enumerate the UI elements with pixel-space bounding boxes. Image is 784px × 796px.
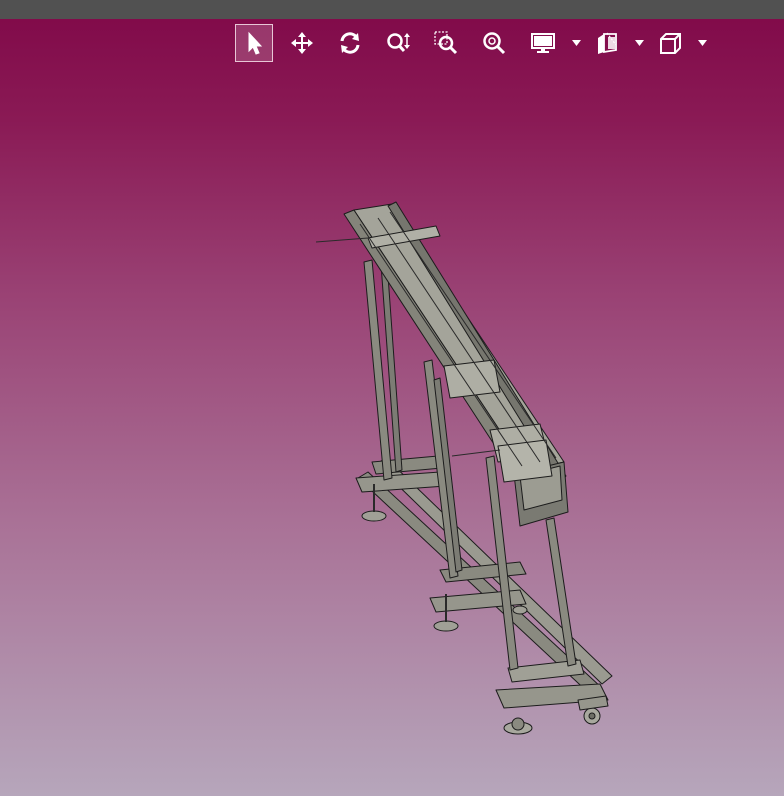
carriage-3 (497, 439, 553, 483)
front-shaft (451, 449, 501, 457)
foot-mid (433, 620, 459, 632)
foot-mid-right (512, 605, 528, 615)
rear-shaft (315, 237, 369, 243)
carriage-1 (443, 359, 501, 399)
conveyor-model[interactable] (0, 0, 784, 796)
inner-rail-3 (389, 211, 557, 459)
3d-viewport[interactable] (0, 0, 784, 796)
inner-rail-2 (377, 217, 541, 463)
foot-rear (361, 510, 387, 522)
